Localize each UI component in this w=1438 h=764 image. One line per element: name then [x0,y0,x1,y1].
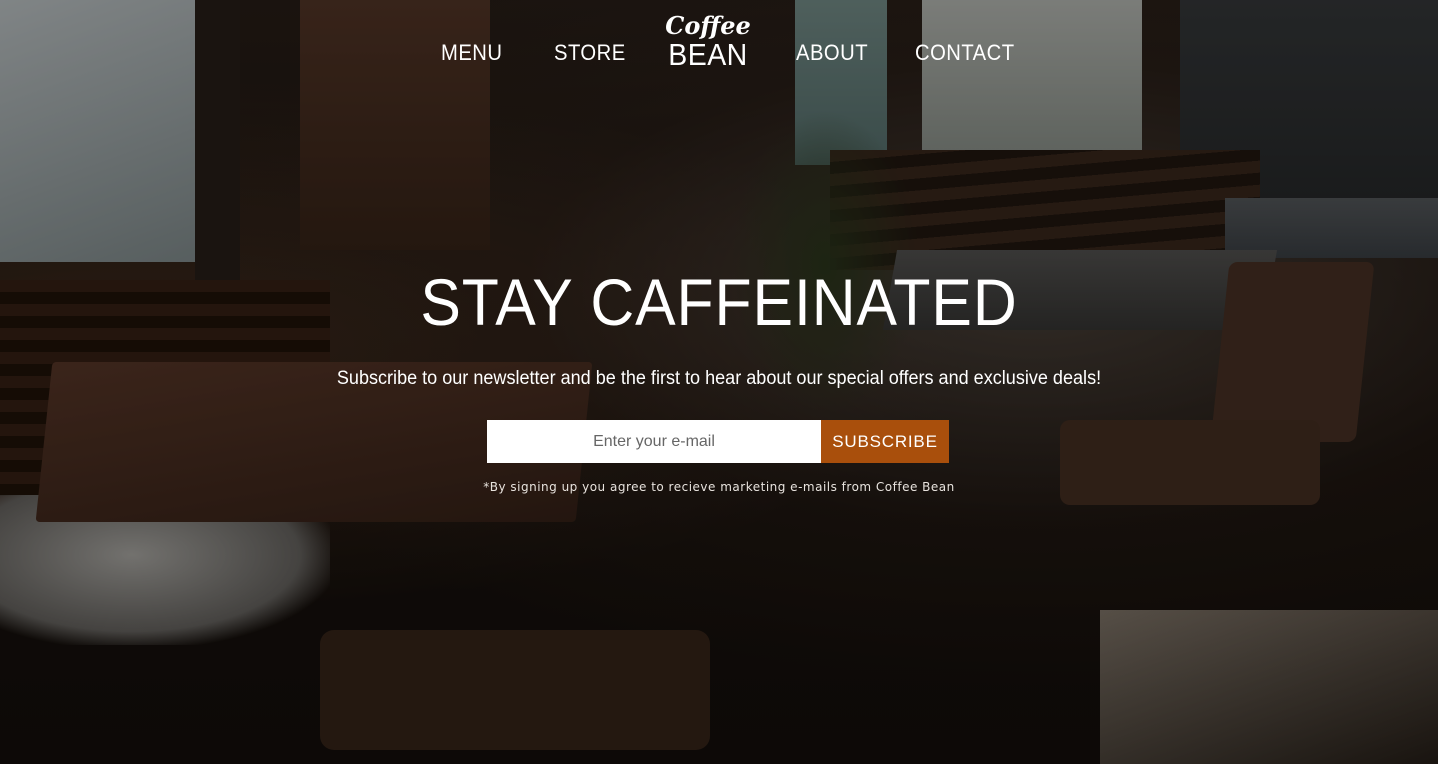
nav-link-about[interactable]: ABOUT [796,40,868,66]
hero-title: STAY CAFFEINATED [420,265,1018,339]
disclaimer-text: *By signing up you agree to recieve mark… [483,480,955,494]
main-navigation: MENU STORE Coffee BEAN ABOUT CONTACT [0,10,1438,80]
email-input[interactable] [487,420,821,463]
subscribe-button[interactable]: SUBSCRIBE [821,420,949,463]
nav-link-contact[interactable]: CONTACT [915,40,1015,66]
newsletter-form: SUBSCRIBE [487,420,949,463]
nav-link-store[interactable]: STORE [554,40,626,66]
hero-subtitle: Subscribe to our newsletter and be the f… [336,368,1102,389]
logo-text-top: Coffee [665,11,751,40]
logo-text-bottom: BEAN [668,37,748,72]
logo[interactable]: Coffee BEAN [662,14,754,72]
nav-link-menu[interactable]: MENU [441,40,502,66]
